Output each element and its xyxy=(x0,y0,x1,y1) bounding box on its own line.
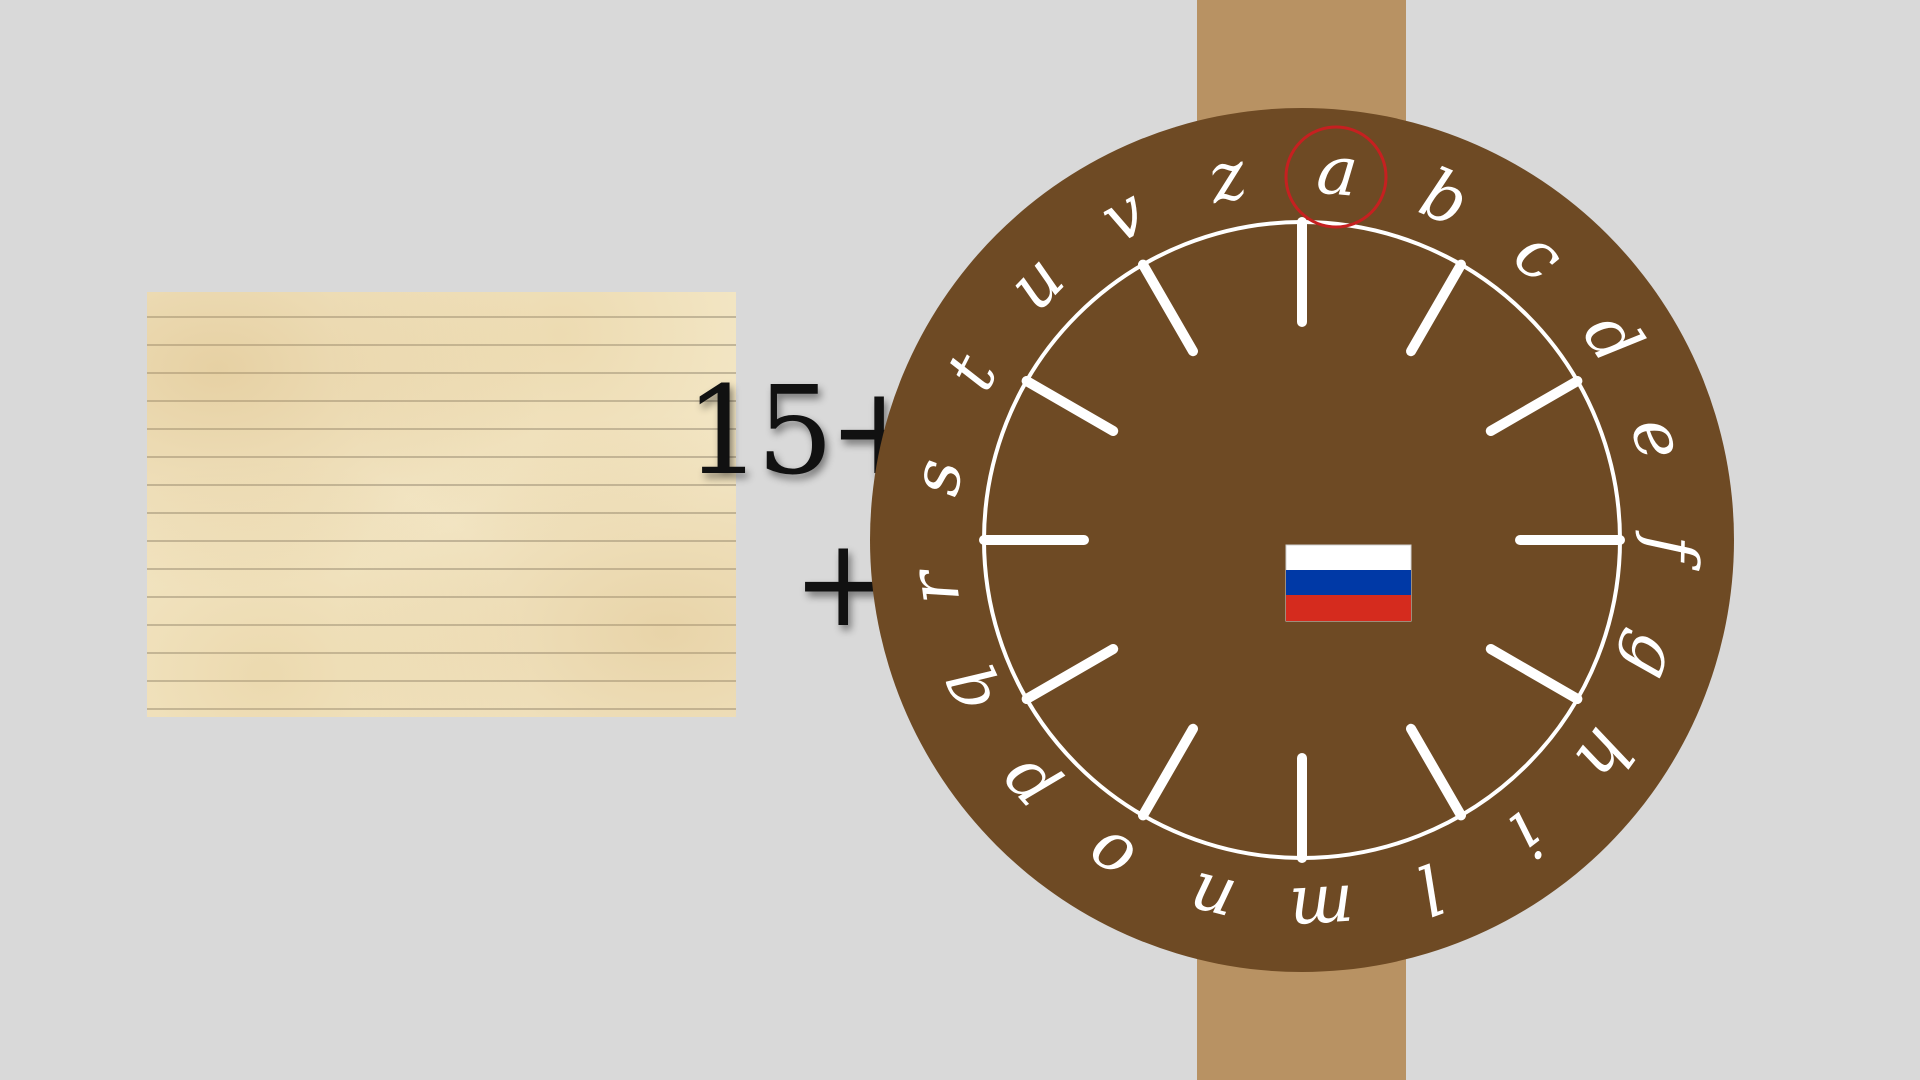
dial-letter-m[interactable]: m xyxy=(1287,868,1356,950)
russia-flag-icon xyxy=(1285,544,1412,622)
game-stage: 15+3+19 +0+5 abcdefghilmnopqrstuvz xyxy=(0,0,1920,1080)
cipher-wheel[interactable]: a bcdefghilmnopqrstuv z xyxy=(0,0,1920,1080)
dial-letter-a[interactable]: a xyxy=(1314,130,1362,213)
